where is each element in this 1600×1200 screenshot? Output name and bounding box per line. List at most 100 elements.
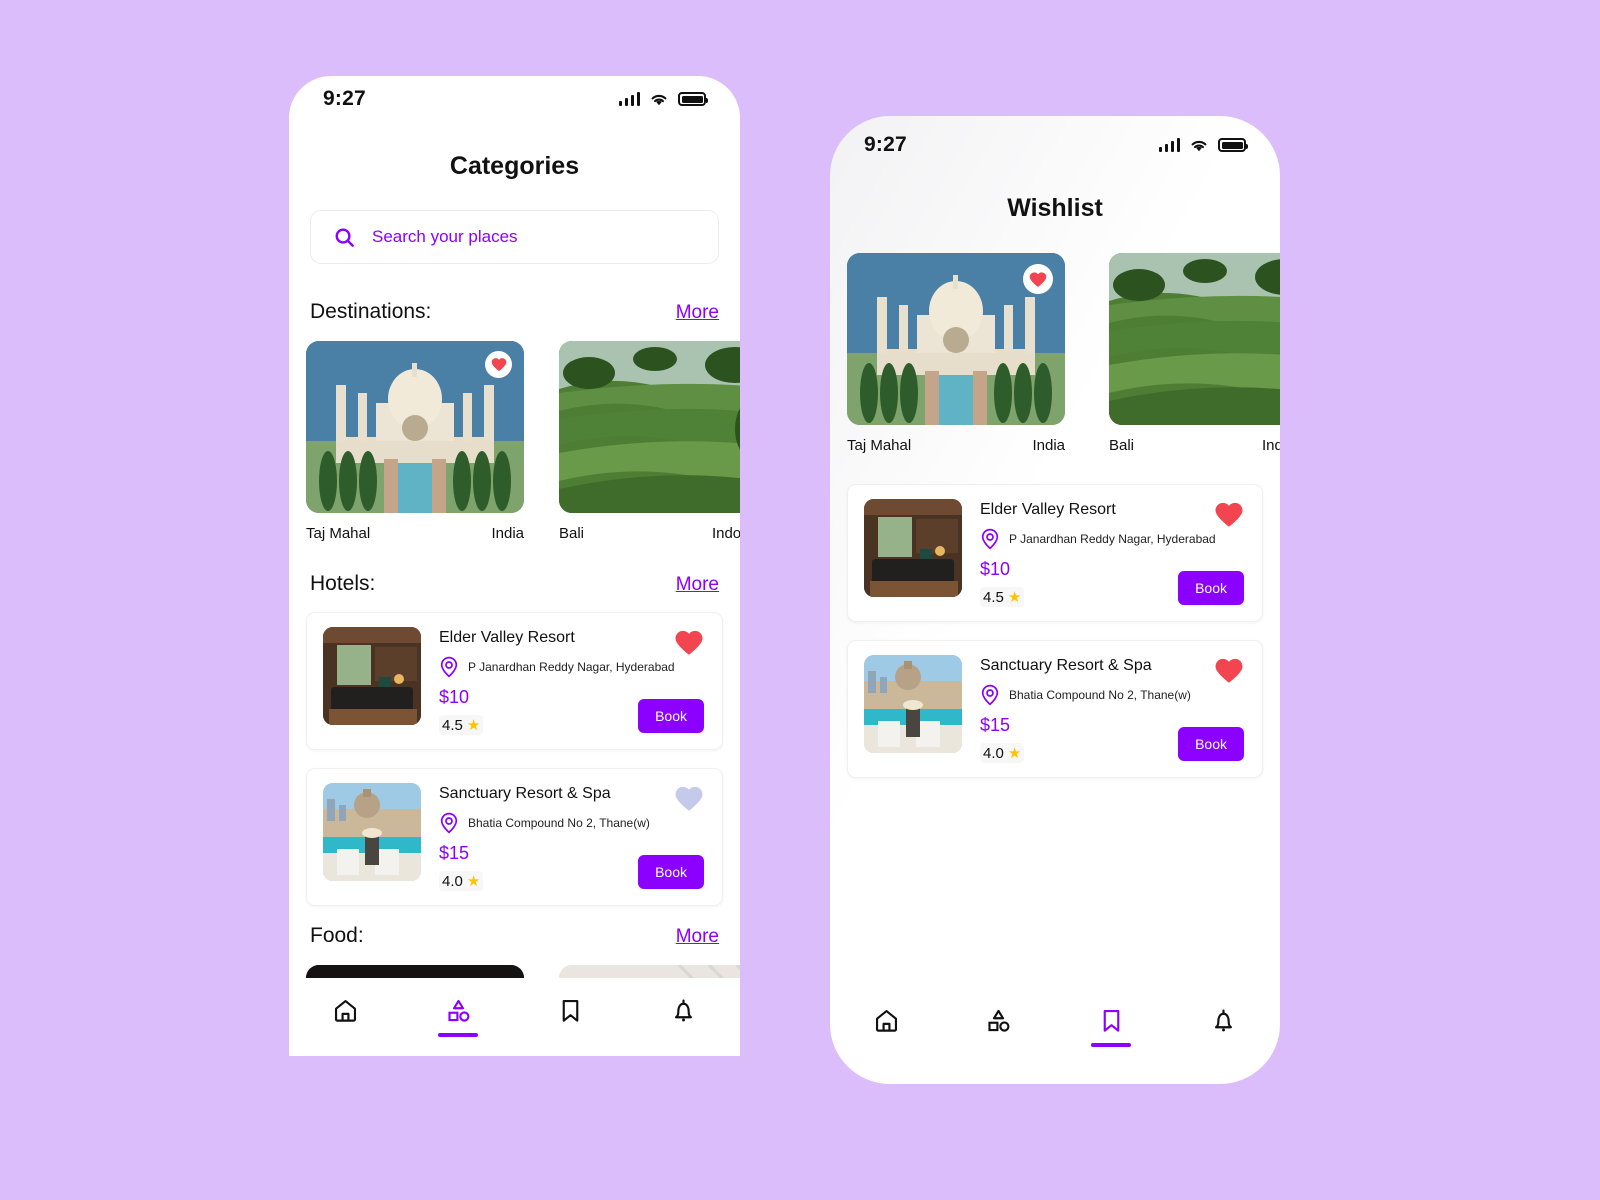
hotel-rating-value: 4.0	[442, 872, 463, 890]
nav-underline	[551, 1033, 591, 1037]
status-bar-icons	[1158, 138, 1248, 153]
section-title: Hotels:	[310, 572, 376, 595]
bookmark-icon	[563, 999, 579, 1022]
categories-icon	[448, 999, 470, 1022]
nav-item-home[interactable]	[289, 978, 402, 1056]
heart-icon	[675, 786, 703, 811]
heart-icon	[1029, 271, 1047, 287]
bookmark-icon	[1103, 1009, 1120, 1032]
wifi-icon	[651, 94, 667, 105]
book-button[interactable]: Book	[1178, 571, 1244, 605]
search-input[interactable]: Search your places	[372, 227, 518, 247]
nav-item-home[interactable]	[830, 988, 943, 1066]
wifi-icon	[1191, 140, 1207, 151]
destination-country: Indonesia	[1261, 437, 1280, 454]
favorite-badge[interactable]	[1023, 264, 1053, 294]
nav-item-categories[interactable]	[943, 988, 1056, 1066]
favorite-button[interactable]	[1214, 657, 1244, 689]
screen-content: 9:27 Wishlist Taj Mahal India Bali Ind E…	[830, 116, 1280, 1084]
destination-card[interactable]: Bali Indonesia	[559, 341, 740, 542]
book-button[interactable]: Book	[1178, 727, 1244, 761]
hotel-location: P Janardhan Reddy Nagar, Hyderabad	[439, 656, 706, 678]
status-bar: 9:27	[289, 76, 740, 122]
destinations-carousel[interactable]: Taj Mahal India Bali Indo	[289, 341, 740, 542]
page-title: Wishlist	[1007, 194, 1103, 222]
hotel-bedroom-photo	[864, 499, 962, 597]
nav-item-bookmark[interactable]	[515, 978, 628, 1056]
favorite-badge[interactable]	[485, 351, 512, 378]
signal-bars-icon	[618, 92, 640, 106]
destination-name: Bali	[559, 525, 585, 542]
screen-content: 9:27 Categories Search your places Desti…	[289, 76, 740, 1056]
bell-icon	[1215, 1009, 1233, 1032]
hotel-rating-value: 4.5	[442, 716, 463, 734]
phone-categories-screen: 9:27 Categories Search your places Desti…	[289, 76, 740, 1056]
status-bar-time: 9:27	[323, 87, 366, 110]
destination-meta: Bali Indonesia	[1109, 437, 1280, 454]
section-header-destinations: Destinations: More	[310, 300, 719, 324]
nav-underline	[866, 1043, 906, 1047]
nav-item-categories[interactable]	[402, 978, 515, 1056]
star-icon: ★	[466, 873, 481, 890]
search-bar[interactable]: Search your places	[310, 210, 719, 264]
heart-icon	[491, 358, 506, 372]
hotel-name: Sanctuary Resort & Spa	[980, 657, 1152, 674]
wishlist-destinations-carousel[interactable]: Taj Mahal India Bali Ind	[830, 253, 1280, 454]
wishlist-hotels-list: Elder Valley Resort P Janardhan Reddy Na…	[830, 484, 1280, 778]
more-link-destinations[interactable]: More	[676, 302, 719, 324]
bottom-navigation	[289, 978, 740, 1056]
hotel-location-text: P Janardhan Reddy Nagar, Hyderabad	[468, 660, 675, 674]
destination-card[interactable]: Bali Indonesia	[1109, 253, 1280, 454]
nav-underline	[664, 1033, 704, 1037]
destination-image	[1109, 253, 1280, 425]
rooftop-pool-photo	[323, 783, 421, 881]
hotel-location-text: P Janardhan Reddy Nagar, Hyderabad	[1009, 532, 1216, 546]
hotel-rating-value: 4.0	[983, 744, 1004, 762]
destination-country: India	[1032, 437, 1065, 454]
hotel-rating-value: 4.5	[983, 588, 1004, 606]
canvas: 9:27 Categories Search your places Desti…	[0, 0, 1600, 1200]
more-link-hotels[interactable]: More	[676, 574, 719, 596]
more-link-food[interactable]: More	[676, 926, 719, 948]
rooftop-pool-photo	[864, 655, 962, 753]
book-button[interactable]: Book	[638, 699, 704, 733]
hotel-card[interactable]: Sanctuary Resort & Spa Bhatia Compound N…	[847, 640, 1263, 778]
hotel-rating: 4.5 ★	[439, 715, 484, 735]
section-header-food: Food: More	[310, 924, 719, 948]
bottom-navigation	[830, 988, 1280, 1066]
star-icon: ★	[1007, 589, 1022, 606]
favorite-button[interactable]	[674, 629, 704, 661]
section-title: Destinations:	[310, 300, 432, 323]
nav-underline	[325, 1033, 365, 1037]
hotel-rating: 4.0 ★	[439, 871, 484, 891]
hotel-name: Elder Valley Resort	[439, 629, 575, 646]
bali-rice-terrace-photo	[1109, 253, 1280, 425]
destination-card[interactable]: Taj Mahal India	[847, 253, 1065, 454]
favorite-button[interactable]	[674, 785, 704, 817]
bali-rice-terrace-photo	[559, 341, 740, 513]
nav-item-bookmark[interactable]	[1055, 988, 1168, 1066]
home-icon	[334, 999, 356, 1022]
nav-item-notifications[interactable]	[1168, 988, 1281, 1066]
hotel-card[interactable]: Elder Valley Resort P Janardhan Reddy Na…	[847, 484, 1263, 622]
nav-underline	[438, 1033, 479, 1037]
nav-item-notifications[interactable]	[627, 978, 740, 1056]
bell-icon	[675, 999, 693, 1022]
hotel-name: Elder Valley Resort	[980, 501, 1116, 518]
signal-bars-icon	[1158, 138, 1180, 152]
status-bar-time: 9:27	[864, 133, 907, 156]
battery-icon	[678, 92, 708, 106]
phone-wishlist-screen: 9:27 Wishlist Taj Mahal India Bali Ind E…	[830, 116, 1280, 1084]
favorite-button[interactable]	[1214, 501, 1244, 533]
book-button[interactable]: Book	[638, 855, 704, 889]
destination-country: India	[491, 525, 524, 542]
destination-card[interactable]: Taj Mahal India	[306, 341, 524, 542]
hotel-card[interactable]: Sanctuary Resort & Spa Bhatia Compound N…	[306, 768, 723, 906]
battery-icon	[1218, 138, 1248, 152]
hotel-card[interactable]: Elder Valley Resort P Janardhan Reddy Na…	[306, 612, 723, 750]
location-pin-icon	[440, 812, 458, 834]
hotel-location-text: Bhatia Compound No 2, Thane(w)	[1009, 688, 1191, 702]
status-bar-icons	[618, 92, 708, 107]
heart-icon	[1215, 658, 1243, 683]
nav-underline	[1091, 1043, 1132, 1047]
